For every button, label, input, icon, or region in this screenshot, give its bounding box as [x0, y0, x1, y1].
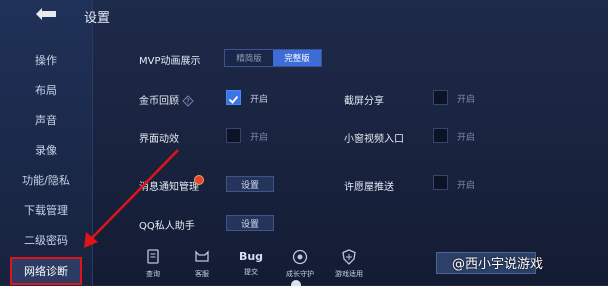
coin-state: 开启: [250, 95, 269, 105]
bug-report-button[interactable]: Bug 提交: [232, 244, 270, 280]
watermark: @西小宇说游戏: [452, 257, 544, 272]
sidebar-item-hidden[interactable]: [0, 20, 92, 34]
page-title: 设置: [84, 11, 111, 26]
sidebar-item-password[interactable]: 二级密码: [0, 225, 92, 255]
guard-icon: [292, 249, 308, 265]
interface-fx-state: 开启: [250, 133, 269, 143]
small-video-checkbox[interactable]: [433, 128, 448, 143]
shield-icon: [342, 249, 356, 265]
sidebar-item-sound[interactable]: 声音: [0, 105, 92, 135]
growth-guard-label: 成长守护: [286, 270, 314, 278]
bug-label: 提交: [244, 268, 258, 276]
game-suitability-label: 游戏适用: [335, 270, 363, 278]
wish-push-state: 开启: [457, 181, 476, 191]
new-badge-icon: [194, 175, 204, 185]
game-suitability-button[interactable]: 游戏适用: [330, 244, 368, 280]
notify-settings-button[interactable]: 设置: [226, 176, 274, 192]
wish-push-checkbox[interactable]: [433, 175, 448, 190]
coin-checkbox[interactable]: [226, 90, 241, 105]
interface-fx-label: 界面动效: [139, 134, 179, 145]
sidebar-item-download[interactable]: 下载管理: [0, 195, 92, 225]
page-indicator: [291, 280, 301, 286]
screen-share-label: 截屏分享: [344, 96, 384, 107]
help-icon[interactable]: ?: [182, 92, 194, 107]
check-icon: [228, 95, 239, 104]
sidebar-item-privacy[interactable]: 功能/隐私: [0, 165, 92, 195]
service-label: 客服: [195, 270, 209, 278]
notify-label: 消息通知管理: [139, 182, 199, 193]
query-button[interactable]: 查询: [134, 244, 172, 280]
mvp-option-lite[interactable]: 精简版: [225, 50, 273, 66]
screen-share-state: 开启: [457, 95, 476, 105]
mvp-toggle: 精简版 完整版: [224, 49, 322, 67]
interface-fx-checkbox[interactable]: [226, 128, 241, 143]
service-icon: [195, 250, 209, 262]
query-label: 查询: [146, 270, 160, 278]
growth-guard-button[interactable]: 成长守护: [281, 244, 319, 280]
mvp-label: MVP动画展示: [139, 56, 201, 67]
service-button[interactable]: 客服: [183, 244, 221, 280]
sidebar-item-recording[interactable]: 录像: [0, 135, 92, 165]
svg-text:?: ?: [186, 98, 190, 106]
screen-share-checkbox[interactable]: [433, 90, 448, 105]
wish-push-label: 许愿屋推送: [344, 182, 394, 193]
small-video-label: 小窗视频入口: [344, 134, 404, 145]
query-icon: [147, 249, 159, 264]
qq-settings-button[interactable]: 设置: [226, 215, 274, 231]
sidebar: 操作 布局 声音 录像 功能/隐私 下载管理 二级密码 网络诊断: [0, 0, 93, 285]
sidebar-item-network[interactable]: 网络诊断: [10, 257, 82, 285]
sidebar-item-operation[interactable]: 操作: [0, 45, 92, 75]
bug-icon: Bug: [238, 250, 264, 263]
sidebar-item-layout[interactable]: 布局: [0, 75, 92, 105]
qq-assistant-label: QQ私人助手: [139, 221, 195, 232]
small-video-state: 开启: [457, 133, 476, 143]
coin-label: 金币回顾: [139, 96, 179, 107]
mvp-option-full[interactable]: 完整版: [273, 50, 321, 66]
